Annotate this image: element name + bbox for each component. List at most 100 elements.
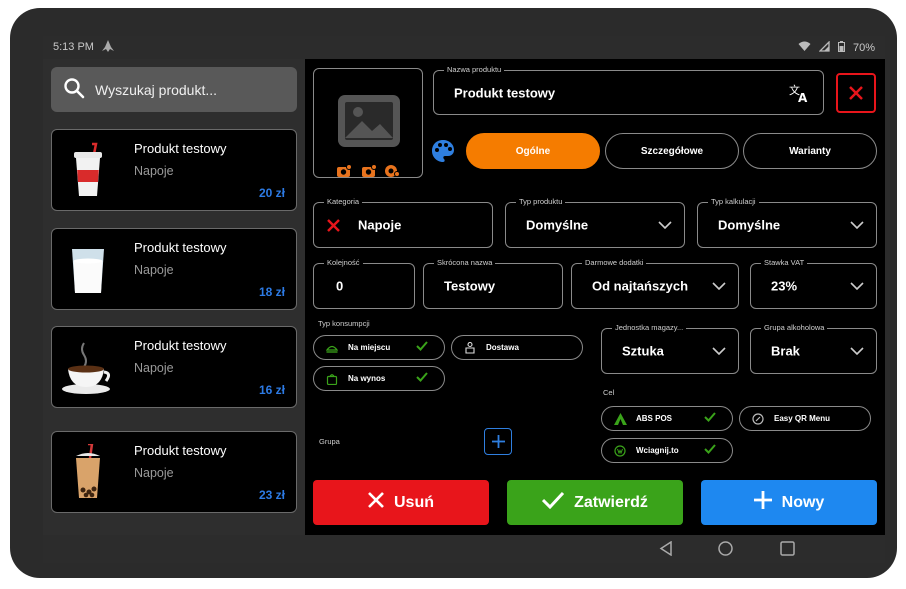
free-addons-select[interactable]: Darmowe dodatki Od najtańszych <box>571 258 739 309</box>
check-icon <box>704 444 716 456</box>
free-addons-value: Od najtańszych <box>592 278 689 294</box>
product-category: Napoje <box>134 466 174 480</box>
chevron-down-icon <box>850 277 864 295</box>
product-image-picker[interactable] <box>313 68 423 178</box>
calc-type-value: Domyślne <box>718 217 781 233</box>
status-time: 5:13 PM <box>53 41 94 53</box>
unit-select[interactable]: Jednostka magazy... Sztuka <box>601 323 739 374</box>
calc-type-select[interactable]: Typ kalkulacji Domyślne <box>697 197 877 248</box>
vat-label: Stawka VAT <box>761 258 808 268</box>
remove-image-icon[interactable] <box>384 164 400 183</box>
short-name-field[interactable]: Skrócona nazwa Testowy <box>423 258 563 309</box>
product-name: Produkt testowy <box>134 338 227 353</box>
wciagnij-logo-icon <box>612 444 628 457</box>
chevron-down-icon <box>658 216 672 234</box>
confirm-label: Zatwierdź <box>574 493 648 511</box>
product-price: 16 zł <box>258 383 285 397</box>
translate-icon[interactable]: 文A <box>789 83 811 108</box>
dine-in-icon <box>324 342 340 354</box>
alcohol-group-value: Brak <box>771 343 800 359</box>
screen: 5:13 PM 70% Wyszukaj produkt... Produkt … <box>43 36 885 563</box>
product-name-value: Produkt testowy <box>454 85 556 100</box>
short-name-label: Skrócona nazwa <box>434 258 496 268</box>
target-easy-qr-label: Easy QR Menu <box>774 414 831 423</box>
consumption-delivery[interactable]: Dostawa <box>451 335 583 360</box>
category-field[interactable]: Kategoria Napoje <box>313 197 493 248</box>
confirm-button[interactable]: Zatwierdź <box>507 480 683 525</box>
home-icon[interactable] <box>718 541 733 561</box>
tab-details[interactable]: Szczegółowe <box>605 133 739 169</box>
battery-icon <box>837 41 845 55</box>
tablet-frame: 5:13 PM 70% Wyszukaj produkt... Produkt … <box>10 8 897 578</box>
product-name: Produkt testowy <box>134 141 227 156</box>
new-label: Nowy <box>781 493 825 511</box>
product-card[interactable]: Produkt testowy Napoje 18 zł <box>51 228 297 310</box>
product-name: Produkt testowy <box>134 240 227 255</box>
free-addons-label: Darmowe dodatki <box>582 258 647 268</box>
product-category: Napoje <box>134 164 174 178</box>
image-placeholder-icon <box>336 93 402 154</box>
close-button[interactable] <box>836 73 876 113</box>
target-wciagnij-label: Wciagnij.to <box>636 446 679 455</box>
clear-category-icon[interactable] <box>327 219 340 237</box>
product-category: Napoje <box>134 361 174 375</box>
category-label: Kategoria <box>324 197 363 207</box>
check-icon <box>542 491 565 514</box>
upload-image-icon[interactable] <box>336 164 352 183</box>
alcohol-group-select[interactable]: Grupa alkoholowa Brak <box>750 323 877 374</box>
svg-text:A: A <box>798 91 808 103</box>
chevron-down-icon <box>850 342 864 360</box>
plus-icon <box>753 491 772 514</box>
palette-icon[interactable] <box>431 139 455 168</box>
product-form: Nazwa produktu Produkt testowy 文A Ogólne… <box>305 59 885 535</box>
back-icon[interactable] <box>659 540 673 561</box>
takeaway-bag-icon <box>324 373 340 385</box>
unit-label: Jednostka magazy... <box>612 323 687 333</box>
target-easy-qr-menu[interactable]: Easy QR Menu <box>739 406 871 431</box>
product-name: Produkt testowy <box>134 443 227 458</box>
navigation-bar <box>43 535 885 563</box>
tab-variants[interactable]: Warianty <box>743 133 877 169</box>
check-icon <box>416 341 428 353</box>
signal-icon <box>818 40 830 55</box>
add-group-button[interactable] <box>484 428 512 455</box>
tab-general[interactable]: Ogólne <box>466 133 600 169</box>
chevron-down-icon <box>850 216 864 234</box>
product-name-field[interactable]: Nazwa produktu Produkt testowy 文A <box>433 65 824 115</box>
status-right: 70% <box>798 40 875 55</box>
product-card[interactable]: Produkt testowy Napoje 23 zł <box>51 431 297 513</box>
new-button[interactable]: Nowy <box>701 480 877 525</box>
search-placeholder: Wyszukaj produkt... <box>95 81 218 98</box>
product-name-label: Nazwa produktu <box>444 65 505 75</box>
target-wciagnij[interactable]: Wciagnij.to <box>601 438 733 463</box>
recents-icon[interactable] <box>780 541 795 561</box>
chevron-down-icon <box>712 342 726 360</box>
delete-button[interactable]: Usuń <box>313 480 489 525</box>
product-price: 18 zł <box>258 285 285 299</box>
category-value: Napoje <box>358 217 402 233</box>
search-icon <box>63 77 85 102</box>
calc-type-label: Typ kalkulacji <box>708 197 759 207</box>
app-notification-icon <box>101 39 115 56</box>
close-icon <box>849 86 863 100</box>
order-value: 0 <box>336 278 344 294</box>
battery-percent: 70% <box>852 42 875 54</box>
soda-cup-icon <box>66 142 110 198</box>
order-label: Kolejność <box>324 258 363 268</box>
target-abs-pos[interactable]: ABS POS <box>601 406 733 431</box>
consumption-dine-in[interactable]: Na miejscu <box>313 335 445 360</box>
status-bar: 5:13 PM 70% <box>43 36 885 59</box>
vat-select[interactable]: Stawka VAT 23% <box>750 258 877 309</box>
product-card[interactable]: Produkt testowy Napoje 16 zł <box>51 326 297 408</box>
product-card[interactable]: Produkt testowy Napoje 20 zł <box>51 129 297 211</box>
easy-qr-logo-icon <box>750 412 766 425</box>
product-price: 20 zł <box>258 186 285 200</box>
coffee-cup-icon <box>60 339 116 395</box>
order-field[interactable]: Kolejność 0 <box>313 258 415 309</box>
product-type-select[interactable]: Typ produktu Domyślne <box>505 197 685 248</box>
search-input[interactable]: Wyszukaj produkt... <box>51 67 297 112</box>
chevron-down-icon <box>712 277 726 295</box>
consumption-takeaway[interactable]: Na wynos <box>313 366 445 391</box>
product-type-value: Domyślne <box>526 217 589 233</box>
camera-icon[interactable] <box>361 164 377 183</box>
